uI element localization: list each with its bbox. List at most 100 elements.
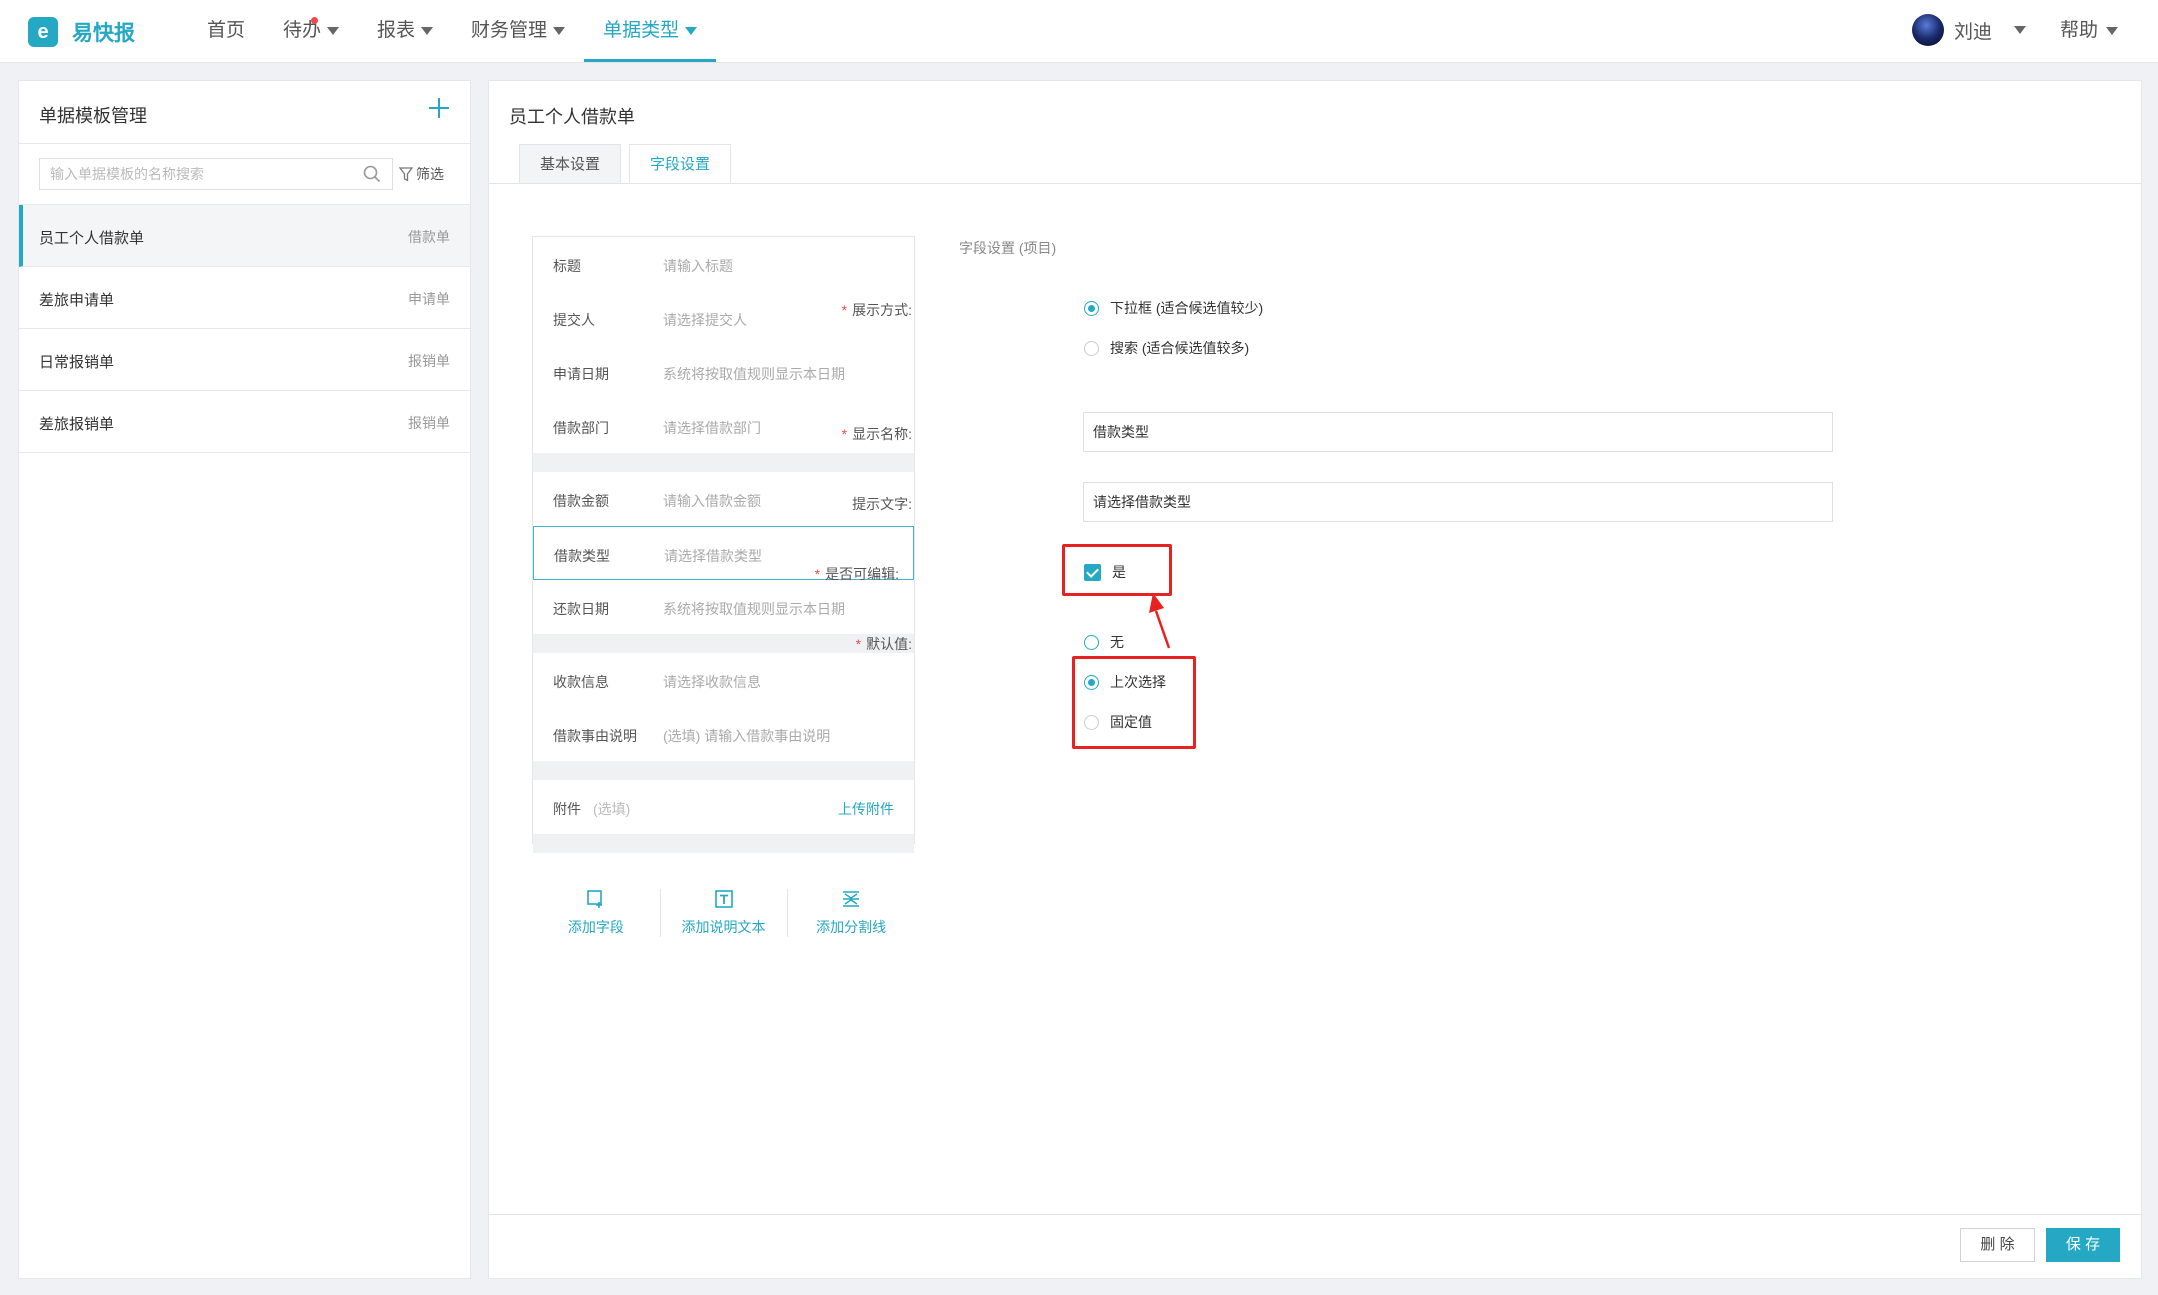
field-separator — [533, 453, 914, 472]
annotation-highlight-box — [1072, 656, 1196, 749]
app-logo[interactable]: e 易快报 — [28, 17, 135, 47]
form-field-preview: 标题 请输入标题 提交人 请选择提交人 申请日期 系统将按取值规则显示本日期 借… — [532, 236, 915, 853]
search-icon[interactable] — [363, 165, 381, 183]
caret-down-icon — [685, 26, 698, 35]
filter-button[interactable]: 筛选 — [399, 164, 444, 184]
annotation-highlight-box — [1062, 544, 1172, 596]
field-row-attachment[interactable]: 附件 (选填) 上传附件 — [533, 780, 914, 834]
radio-search[interactable]: 搜索 (适合候选值较多) — [1084, 338, 1249, 358]
field-label: 收款信息 — [553, 674, 609, 690]
nav-item-reports[interactable]: 报表 — [358, 0, 452, 62]
display-name-label: * 显示名称: — [772, 424, 912, 444]
text-box-icon — [714, 890, 733, 908]
main-nav: 首页 待办 报表 财务管理 单据类型 — [188, 0, 717, 62]
page-title: 员工个人借款单 — [509, 107, 635, 127]
caret-down-icon — [421, 26, 434, 35]
optional-tag: (选填) — [593, 801, 631, 817]
display-name-input[interactable] — [1083, 412, 1833, 452]
field-hint: 请选择收款信息 — [663, 674, 761, 690]
filter-icon — [399, 166, 413, 182]
tab-basic-settings[interactable]: 基本设置 — [519, 144, 622, 184]
top-navigation-bar: e 易快报 首页 待办 报表 财务管理 单据类型 刘迪 帮助 — [0, 0, 2158, 63]
nav-item-label: 报表 — [377, 20, 416, 41]
nav-item-finance[interactable]: 财务管理 — [452, 0, 584, 62]
template-list-item[interactable]: 日常报销单 报销单 — [19, 329, 470, 391]
footer-divider — [489, 1214, 2141, 1215]
field-label: 附件 (选填) — [553, 799, 630, 819]
avatar — [1912, 14, 1944, 46]
template-list-item[interactable]: 员工个人借款单 借款单 — [19, 205, 470, 267]
tab-field-settings[interactable]: 字段设置 — [629, 144, 732, 184]
template-name: 日常报销单 — [39, 354, 115, 371]
required-mark: * — [814, 566, 821, 582]
label-text: 默认值: — [866, 636, 912, 652]
hint-text-label: 提示文字: — [772, 494, 912, 514]
template-list-item[interactable]: 差旅申请单 申请单 — [19, 267, 470, 329]
logo-icon: e — [28, 17, 58, 47]
app-name: 易快报 — [72, 22, 135, 45]
field-hint: 请选择提交人 — [663, 312, 747, 328]
label-text: 是否可编辑: — [825, 566, 899, 582]
divider-icon — [843, 891, 860, 907]
nav-item-todo[interactable]: 待办 — [264, 0, 358, 62]
caret-down-icon — [553, 26, 566, 35]
caret-down-icon — [2106, 26, 2119, 35]
add-text-label: 添加说明文本 — [681, 919, 766, 935]
template-name: 差旅申请单 — [39, 292, 115, 309]
template-type: 报销单 — [408, 415, 450, 431]
attachment-label: 附件 — [553, 801, 581, 817]
label-text: 展示方式: — [852, 302, 912, 318]
label-text: 显示名称: — [852, 426, 912, 442]
display-mode-label: * 展示方式: — [772, 300, 912, 320]
field-row-reason[interactable]: 借款事由说明 (选填) 请输入借款事由说明 — [533, 707, 914, 761]
user-menu[interactable]: 刘迪 — [1912, 14, 2027, 46]
template-list-item[interactable]: 差旅报销单 报销单 — [19, 391, 470, 453]
template-type: 申请单 — [408, 291, 450, 307]
tab-divider — [489, 183, 2141, 184]
template-management-panel: 单据模板管理 筛选 员工个人借款单 借款单 差旅申请单 申请单 日常报销单 报销… — [18, 80, 471, 1279]
required-mark: * — [855, 636, 862, 652]
field-label: 申请日期 — [553, 366, 609, 382]
required-mark: * — [841, 426, 848, 442]
field-row-payee[interactable]: 收款信息 请选择收款信息 — [533, 653, 914, 707]
nav-item-home[interactable]: 首页 — [188, 0, 264, 62]
template-editor-panel: 员工个人借款单 基本设置 字段设置 标题 请输入标题 提交人 请选择提交人 申请… — [488, 80, 2142, 1279]
field-label: 标题 — [553, 258, 581, 274]
caret-down-icon — [327, 26, 340, 35]
radio-label: 无 — [1110, 634, 1124, 650]
field-hint: 系统将按取值规则显示本日期 — [663, 366, 845, 382]
upload-attachment-link[interactable]: 上传附件 — [838, 799, 894, 819]
add-text-button[interactable]: 添加说明文本 — [659, 889, 788, 949]
field-label: 借款部门 — [553, 420, 609, 436]
field-hint: 请选择借款类型 — [664, 548, 762, 564]
field-label: 借款事由说明 — [553, 728, 637, 744]
field-separator — [533, 834, 914, 853]
field-row-title[interactable]: 标题 请输入标题 — [533, 237, 914, 291]
field-label: 借款类型 — [554, 548, 610, 564]
radio-dropdown[interactable]: 下拉框 (适合候选值较少) — [1084, 298, 1263, 318]
add-field-label: 添加字段 — [567, 919, 624, 935]
template-search-input[interactable] — [39, 158, 393, 190]
delete-button[interactable]: 删 除 — [1960, 1228, 2035, 1262]
filter-label: 筛选 — [416, 166, 444, 182]
field-label: 借款金额 — [553, 493, 609, 509]
field-row-apply-date[interactable]: 申请日期 系统将按取值规则显示本日期 — [533, 345, 914, 399]
save-button[interactable]: 保 存 — [2046, 1228, 2120, 1262]
nav-item-label: 财务管理 — [471, 20, 548, 41]
caret-down-icon — [2014, 26, 2027, 34]
nav-item-document-types[interactable]: 单据类型 — [584, 0, 717, 62]
radio-default-none[interactable]: 无 — [1084, 632, 1124, 652]
notification-dot — [311, 17, 319, 24]
field-hint: 请选择借款部门 — [663, 420, 761, 436]
radio-unchecked-icon — [1084, 634, 1099, 650]
field-row-repay-date[interactable]: 还款日期 系统将按取值规则显示本日期 — [533, 580, 914, 634]
add-field-button[interactable]: 添加字段 — [532, 889, 660, 949]
help-menu[interactable]: 帮助 — [2060, 0, 2119, 62]
hint-text-input[interactable] — [1083, 482, 1833, 522]
radio-label: 下拉框 (适合候选值较少) — [1110, 300, 1264, 316]
panel-title: 单据模板管理 — [39, 106, 147, 126]
add-divider-button[interactable]: 添加分割线 — [787, 889, 915, 949]
field-hint: 请输入借款金额 — [663, 493, 761, 509]
add-actions-bar: 添加字段 添加说明文本 添加分割线 — [532, 889, 915, 949]
add-template-button[interactable] — [428, 95, 450, 125]
